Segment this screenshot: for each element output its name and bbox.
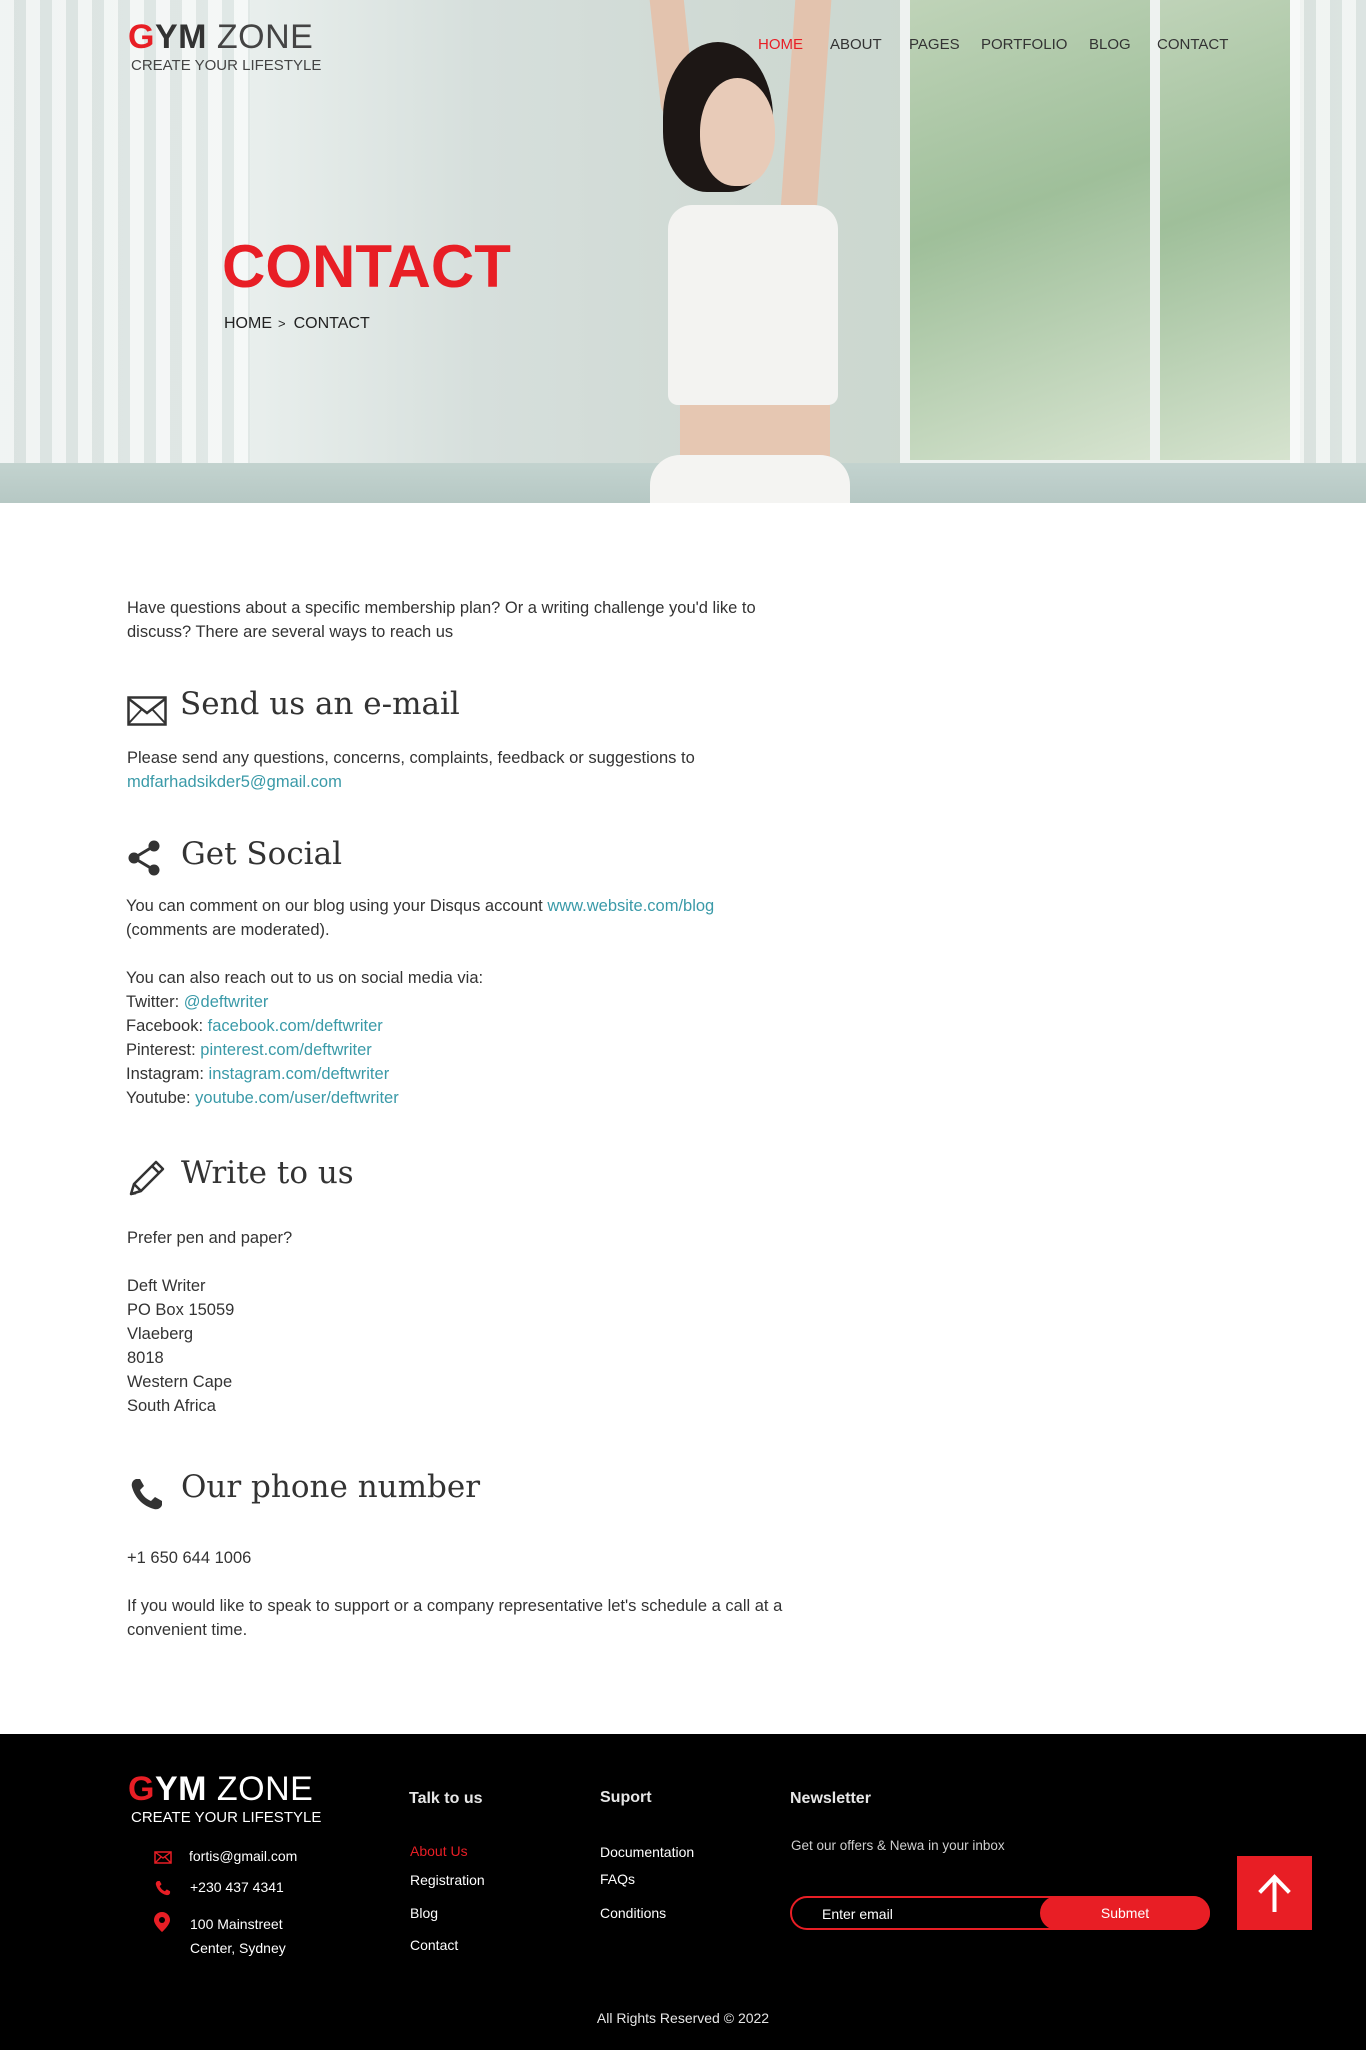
email-heading: Send us an e-mail bbox=[180, 686, 460, 722]
social-moderation-note: (comments are moderated). bbox=[126, 921, 330, 939]
email-description: Please send any questions, concerns, com… bbox=[127, 749, 695, 767]
footer-logo[interactable]: GYM ZONE CREATE YOUR LIFESTYLE bbox=[128, 1772, 321, 1825]
address-line: Vlaeberg bbox=[127, 1325, 194, 1343]
nav-item-pages[interactable]: PAGES bbox=[909, 36, 960, 53]
nav-item-portfolio[interactable]: PORTFOLIO bbox=[981, 36, 1067, 53]
phone-icon bbox=[131, 1479, 162, 1510]
breadcrumb-separator: > bbox=[278, 316, 286, 331]
breadcrumb-home[interactable]: HOME bbox=[224, 315, 272, 332]
newsletter-submit-button[interactable]: Submet bbox=[1040, 1896, 1210, 1930]
footer-link-contact[interactable]: Contact bbox=[410, 1937, 458, 1953]
social-channel-youtube: Youtube: youtube.com/user/deftwriter bbox=[126, 1089, 399, 1107]
hero-window bbox=[900, 0, 1160, 470]
social-heading: Get Social bbox=[181, 836, 342, 872]
logo-letter-g: G bbox=[128, 1770, 155, 1808]
pinterest-link[interactable]: pinterest.com/deftwriter bbox=[200, 1041, 371, 1059]
logo-tagline: CREATE YOUR LIFESTYLE bbox=[131, 1809, 322, 1826]
nav-item-contact[interactable]: CONTACT bbox=[1157, 36, 1228, 53]
social-channel-facebook: Facebook: facebook.com/deftwriter bbox=[126, 1017, 383, 1035]
breadcrumb-current: CONTACT bbox=[293, 315, 370, 332]
footer-link-conditions[interactable]: Conditions bbox=[600, 1905, 666, 1921]
address-line: South Africa bbox=[127, 1397, 216, 1415]
write-text: Prefer pen and paper? Deft Writer PO Box… bbox=[127, 1226, 727, 1418]
write-heading: Write to us bbox=[181, 1155, 354, 1191]
twitter-link[interactable]: @deftwriter bbox=[184, 993, 269, 1011]
phone-description: If you would like to speak to support or… bbox=[127, 1597, 783, 1615]
nav-item-about[interactable]: ABOUT bbox=[830, 36, 882, 53]
social-channel-instagram: Instagram: instagram.com/deftwriter bbox=[126, 1065, 390, 1083]
footer-link-registration[interactable]: Registration bbox=[410, 1872, 485, 1888]
hero-window bbox=[1150, 0, 1300, 470]
social-blog-text: You can comment on our blog using your D… bbox=[126, 897, 543, 915]
site-footer: GYM ZONE CREATE YOUR LIFESTYLE fortis@gm… bbox=[0, 1734, 1366, 2050]
pencil-icon bbox=[129, 1160, 165, 1196]
intro-text: Have questions about a specific membersh… bbox=[127, 596, 907, 644]
address-line: 8018 bbox=[127, 1349, 164, 1367]
intro-line: discuss? There are several ways to reach… bbox=[127, 623, 454, 641]
footer-phone[interactable]: +230 437 4341 bbox=[190, 1879, 284, 1895]
arrow-up-icon bbox=[1258, 1874, 1291, 1912]
breadcrumb: HOME > CONTACT bbox=[224, 315, 370, 333]
address-line: Deft Writer bbox=[127, 1277, 206, 1295]
logo-letters-ym: YM bbox=[154, 1770, 207, 1808]
blog-link[interactable]: www.website.com/blog bbox=[547, 897, 714, 915]
social-channel-pinterest: Pinterest: pinterest.com/deftwriter bbox=[126, 1041, 372, 1059]
footer-email[interactable]: fortis@gmail.com bbox=[189, 1848, 297, 1864]
footer-address: 100 Mainstreet Center, Sydney bbox=[190, 1912, 286, 1960]
instagram-link[interactable]: instagram.com/deftwriter bbox=[209, 1065, 390, 1083]
youtube-link[interactable]: youtube.com/user/deftwriter bbox=[195, 1089, 399, 1107]
footer-address-line: Center, Sydney bbox=[190, 1940, 286, 1956]
footer-link-about-us[interactable]: About Us bbox=[410, 1843, 468, 1859]
social-text: You can comment on our blog using your D… bbox=[126, 894, 946, 1110]
mail-icon bbox=[154, 1851, 172, 1864]
footer-talk-heading: Talk to us bbox=[409, 1790, 483, 1807]
write-description: Prefer pen and paper? bbox=[127, 1229, 293, 1247]
social-reach-text: You can also reach out to us on social m… bbox=[126, 969, 484, 987]
address-line: PO Box 15059 bbox=[127, 1301, 235, 1319]
hero-banner: GYM ZONE CREATE YOUR LIFESTYLE HOME ABOU… bbox=[0, 0, 1366, 503]
email-link[interactable]: mdfarhadsikder5@gmail.com bbox=[127, 770, 927, 794]
phone-icon bbox=[155, 1880, 171, 1896]
nav-item-home[interactable]: HOME bbox=[758, 36, 803, 53]
page-title: CONTACT bbox=[222, 233, 511, 300]
footer-link-faqs[interactable]: FAQs bbox=[600, 1871, 635, 1887]
location-pin-icon bbox=[154, 1912, 170, 1932]
email-text: Please send any questions, concerns, com… bbox=[127, 746, 927, 794]
nav-item-blog[interactable]: BLOG bbox=[1089, 36, 1131, 53]
social-channel-twitter: Twitter: @deftwriter bbox=[126, 993, 269, 1011]
share-icon bbox=[128, 840, 160, 876]
envelope-icon bbox=[127, 696, 167, 726]
footer-address-line: 100 Mainstreet bbox=[190, 1916, 283, 1932]
footer-link-documentation[interactable]: Documentation bbox=[600, 1844, 694, 1860]
facebook-link[interactable]: facebook.com/deftwriter bbox=[208, 1017, 383, 1035]
logo-word-zone: ZONE bbox=[216, 1770, 314, 1808]
footer-support-heading: Suport bbox=[600, 1789, 652, 1806]
address-line: Western Cape bbox=[127, 1373, 233, 1391]
footer-newsletter-heading: Newsletter bbox=[790, 1790, 871, 1807]
logo-tagline: CREATE YOUR LIFESTYLE bbox=[131, 57, 322, 74]
hero-woman-image bbox=[560, 0, 860, 503]
intro-line: Have questions about a specific membersh… bbox=[127, 599, 756, 617]
hero-curtain-left bbox=[0, 0, 250, 503]
phone-text: +1 650 644 1006 If you would like to spe… bbox=[127, 1546, 987, 1642]
copyright-text: All Rights Reserved © 2022 bbox=[596, 2010, 770, 2026]
scroll-to-top-button[interactable] bbox=[1237, 1856, 1312, 1930]
newsletter-text: Get our offers & Newa in your inbox bbox=[791, 1838, 1005, 1853]
phone-description: convenient time. bbox=[127, 1621, 248, 1639]
phone-number[interactable]: +1 650 644 1006 bbox=[127, 1546, 987, 1570]
main-nav: HOME ABOUT PAGES PORTFOLIO BLOG CONTACT bbox=[0, 36, 1366, 56]
footer-link-blog[interactable]: Blog bbox=[410, 1905, 438, 1921]
newsletter-form: Enter email Submet bbox=[790, 1896, 1210, 1930]
phone-heading: Our phone number bbox=[181, 1469, 481, 1505]
newsletter-email-input[interactable]: Enter email bbox=[822, 1906, 893, 1922]
hero-curtain-right bbox=[1290, 0, 1366, 503]
